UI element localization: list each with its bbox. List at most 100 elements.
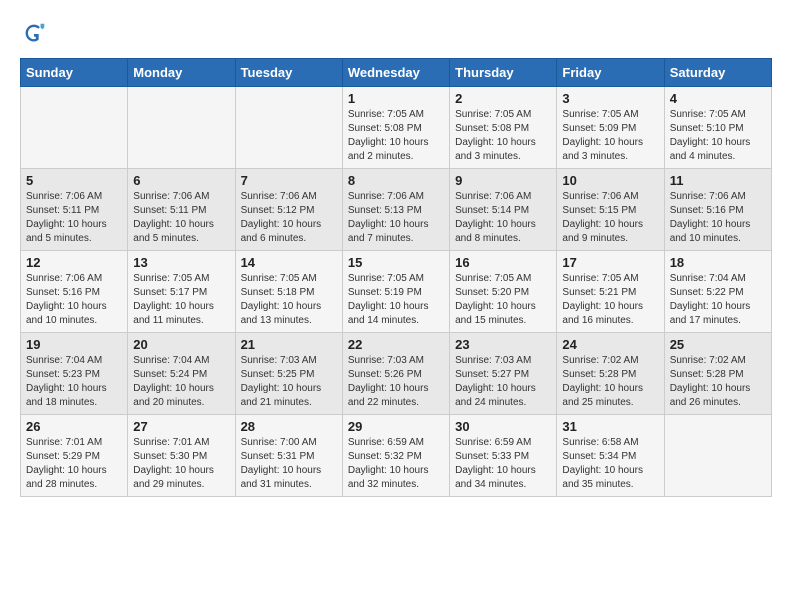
daylight-text: Daylight: 10 hours and 34 minutes.	[455, 465, 536, 490]
day-info: Sunrise: 7:05 AMSunset: 5:19 PMDaylight:…	[348, 272, 444, 328]
sunrise-text: Sunrise: 7:03 AM	[241, 355, 317, 366]
header-row: SundayMondayTuesdayWednesdayThursdayFrid…	[21, 59, 772, 87]
weekday-header-wednesday: Wednesday	[342, 59, 449, 87]
sunset-text: Sunset: 5:21 PM	[562, 287, 636, 298]
sunset-text: Sunset: 5:20 PM	[455, 287, 529, 298]
weekday-header-tuesday: Tuesday	[235, 59, 342, 87]
day-number: 15	[348, 255, 444, 270]
daylight-text: Daylight: 10 hours and 9 minutes.	[562, 219, 643, 244]
day-info: Sunrise: 7:00 AMSunset: 5:31 PMDaylight:…	[241, 436, 337, 492]
calendar-day-cell: 4 Sunrise: 7:05 AMSunset: 5:10 PMDaylight…	[664, 87, 771, 169]
day-info: Sunrise: 7:05 AMSunset: 5:21 PMDaylight:…	[562, 272, 658, 328]
weekday-header-thursday: Thursday	[450, 59, 557, 87]
daylight-text: Daylight: 10 hours and 21 minutes.	[241, 383, 322, 408]
calendar-day-cell: 16Sunrise: 7:05 AMSunset: 5:20 PMDayligh…	[450, 251, 557, 333]
day-info: Sunrise: 6:59 AMSunset: 5:32 PMDaylight:…	[348, 436, 444, 492]
day-number: 31	[562, 419, 658, 434]
calendar-day-cell: 1Sunrise: 7:05 AMSunset: 5:08 PMDaylight…	[342, 87, 449, 169]
sunset-text: Sunset: 5:28 PM	[670, 369, 744, 380]
daylight-text: Daylight: 10 hours and 20 minutes.	[133, 383, 214, 408]
daylight-text: Daylight: 10 hours and 15 minutes.	[455, 301, 536, 326]
daylight-text: Daylight: 10 hours and 11 minutes.	[133, 301, 214, 326]
day-number: 4	[670, 91, 766, 106]
calendar-day-cell: 19Sunrise: 7:04 AMSunset: 5:23 PMDayligh…	[21, 333, 128, 415]
sunrise-text: Sunrise: 7:05 AM	[455, 109, 531, 120]
calendar-day-cell: 2Sunrise: 7:05 AMSunset: 5:08 PMDaylight…	[450, 87, 557, 169]
day-info: Sunrise: 6:59 AMSunset: 5:33 PMDaylight:…	[455, 436, 551, 492]
sunrise-text: Sunrise: 7:05 AM	[562, 273, 638, 284]
day-info: Sunrise: 7:05 AM Sunset: 5:09 PM Daylight:…	[562, 108, 658, 164]
day-number: 11	[670, 173, 766, 188]
calendar-day-cell: 22Sunrise: 7:03 AMSunset: 5:26 PMDayligh…	[342, 333, 449, 415]
sunset-text: Sunset: 5:16 PM	[670, 205, 744, 216]
day-info: Sunrise: 7:06 AMSunset: 5:15 PMDaylight:…	[562, 190, 658, 246]
calendar-day-cell: 7Sunrise: 7:06 AMSunset: 5:12 PMDaylight…	[235, 169, 342, 251]
day-info: Sunrise: 7:02 AMSunset: 5:28 PMDaylight:…	[670, 354, 766, 410]
sunset-text: Sunset: 5:34 PM	[562, 451, 636, 462]
day-number: 30	[455, 419, 551, 434]
daylight-text: Daylight: 10 hours and 22 minutes.	[348, 383, 429, 408]
logo	[20, 20, 52, 48]
day-number: 24	[562, 337, 658, 352]
day-number: 9	[455, 173, 551, 188]
sunrise-text: Sunrise: 7:05 AM	[562, 109, 638, 120]
sunset-text: Sunset: 5:18 PM	[241, 287, 315, 298]
day-number: 27	[133, 419, 229, 434]
sunrise-text: Sunrise: 6:59 AM	[348, 437, 424, 448]
calendar-week-row: 26Sunrise: 7:01 AMSunset: 5:29 PMDayligh…	[21, 415, 772, 497]
calendar-day-cell: 18 Sunrise: 7:04 AMSunset: 5:22 PMDayligh…	[664, 251, 771, 333]
daylight-text: Daylight: 10 hours and 3 minutes.	[562, 137, 643, 162]
daylight-text: Daylight: 10 hours and 25 minutes.	[562, 383, 643, 408]
sunrise-text: Sunrise: 7:06 AM	[670, 191, 746, 202]
day-number: 6	[133, 173, 229, 188]
daylight-text: Daylight: 10 hours and 10 minutes.	[670, 219, 751, 244]
calendar-day-cell: 23Sunrise: 7:03 AMSunset: 5:27 PMDayligh…	[450, 333, 557, 415]
day-number: 21	[241, 337, 337, 352]
weekday-header-monday: Monday	[128, 59, 235, 87]
calendar-day-cell: 3 Sunrise: 7:05 AM Sunset: 5:09 PM Daylight…	[557, 87, 664, 169]
page-header	[20, 20, 772, 48]
daylight-text: Daylight: 10 hours and 10 minutes.	[26, 301, 107, 326]
day-info: Sunrise: 7:05 AM Sunset: 5:20 PM Daylight:…	[455, 272, 551, 328]
sunset-text: Sunset: 5:32 PM	[348, 451, 422, 462]
sunrise-text: Sunrise: 7:02 AM	[562, 355, 638, 366]
sunrise-text: Sunrise: 7:05 AM	[241, 273, 317, 284]
calendar-day-cell: 6Sunrise: 7:06 AMSunset: 5:11 PMDaylight…	[128, 169, 235, 251]
day-info: Sunrise: 7:05 AMSunset: 5:10 PMDaylight:…	[670, 108, 766, 164]
day-info: Sunrise: 7:06 AMSunset: 5:16 PMDaylight:…	[26, 272, 122, 328]
day-info: Sunrise: 7:06 AMSunset: 5:14 PMDaylight:…	[455, 190, 551, 246]
day-info: Sunrise: 7:05 AMSunset: 5:08 PMDaylight:…	[455, 108, 551, 164]
daylight-text: Daylight: 10 hours and 7 minutes.	[348, 219, 429, 244]
day-number: 28	[241, 419, 337, 434]
sunset-text: Sunset: 5:11 PM	[26, 205, 99, 216]
day-info: Sunrise: 7:03 AMSunset: 5:26 PMDaylight:…	[348, 354, 444, 410]
sunset-text: Sunset: 5:13 PM	[348, 205, 422, 216]
sunset-text: Sunset: 5:17 PM	[133, 287, 207, 298]
sunrise-text: Sunrise: 7:05 AM	[455, 273, 531, 284]
sunset-text: Sunset: 5:22 PM	[670, 287, 744, 298]
sunrise-text: Sunrise: 7:06 AM	[26, 191, 102, 202]
calendar-week-row: 1Sunrise: 7:05 AMSunset: 5:08 PMDaylight…	[21, 87, 772, 169]
sunset-text: Sunset: 5:24 PM	[133, 369, 207, 380]
sunrise-text: Sunrise: 7:05 AM	[348, 109, 424, 120]
day-info: Sunrise: 7:04 AMSunset: 5:22 PMDaylight:…	[670, 272, 766, 328]
daylight-text: Daylight: 10 hours and 24 minutes.	[455, 383, 536, 408]
sunrise-text: Sunrise: 7:02 AM	[670, 355, 746, 366]
day-number: 7	[241, 173, 337, 188]
day-info: Sunrise: 7:05 AMSunset: 5:18 PMDaylight:…	[241, 272, 337, 328]
calendar-day-cell: 25Sunrise: 7:02 AMSunset: 5:28 PMDayligh…	[664, 333, 771, 415]
day-info: Sunrise: 7:03 AMSunset: 5:27 PMDaylight:…	[455, 354, 551, 410]
sunset-text: Sunset: 5:15 PM	[562, 205, 636, 216]
calendar-day-cell: 14Sunrise: 7:05 AMSunset: 5:18 PMDayligh…	[235, 251, 342, 333]
day-number: 3	[562, 91, 658, 106]
day-number: 25	[670, 337, 766, 352]
sunset-text: Sunset: 5:33 PM	[455, 451, 529, 462]
day-info: Sunrise: 7:02 AM Sunset: 5:28 PM Daylight:…	[562, 354, 658, 410]
sunset-text: Sunset: 5:09 PM	[562, 123, 636, 134]
day-number: 18	[670, 255, 766, 270]
calendar-day-cell: 28 Sunrise: 7:00 AMSunset: 5:31 PMDayligh…	[235, 415, 342, 497]
weekday-header-sunday: Sunday	[21, 59, 128, 87]
daylight-text: Daylight: 10 hours and 8 minutes.	[455, 219, 536, 244]
sunset-text: Sunset: 5:28 PM	[562, 369, 636, 380]
sunrise-text: Sunrise: 7:05 AM	[133, 273, 209, 284]
